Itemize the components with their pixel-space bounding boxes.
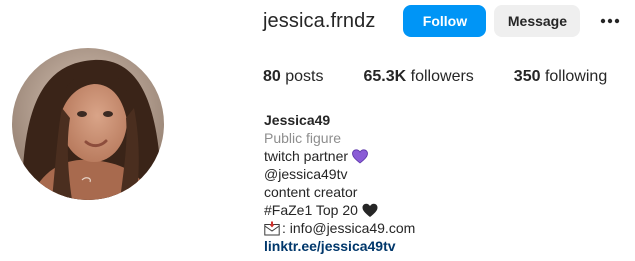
following-count: 350 — [513, 68, 541, 85]
follow-button[interactable]: Follow — [403, 5, 487, 37]
more-options-button[interactable] — [598, 9, 622, 33]
profile-avatar[interactable] — [12, 48, 164, 200]
bio-line-creator: content creator — [264, 184, 358, 200]
message-button[interactable]: Message — [494, 5, 581, 37]
following-label: following — [544, 68, 608, 85]
bio-category: Public figure — [264, 130, 342, 146]
profile-bio: Jessica49 Public figure twitch partner @… — [264, 111, 415, 255]
more-options-icon — [601, 18, 620, 24]
bio-line-text: : info@jessica49.com — [282, 220, 416, 236]
black-heart-icon — [362, 203, 378, 217]
bio-line-email: : info@jessica49.com — [264, 219, 415, 237]
posts-count: 80 — [263, 68, 281, 85]
posts-stat: 80 posts — [263, 68, 324, 86]
followers-label: followers — [410, 68, 474, 85]
profile-stats: 80 posts 65.3K followers 350 following — [263, 68, 635, 86]
following-stat[interactable]: 350 following — [514, 68, 607, 86]
followers-stat[interactable]: 65.3K followers — [364, 68, 474, 86]
followers-count: 65.3K — [363, 68, 407, 85]
bio-line-text: twitch partner — [264, 148, 349, 164]
bio-link[interactable]: linktr.ee/jessica49tv — [264, 237, 415, 255]
profile-header: jessica.frndz Follow Message — [263, 5, 622, 37]
profile-username: jessica.frndz — [263, 9, 376, 32]
purple-heart-icon — [352, 148, 368, 164]
bio-line-text: #FaZe1 Top 20 — [264, 202, 358, 218]
bio-line-twitch: twitch partner — [264, 147, 415, 165]
envelope-icon — [264, 221, 280, 235]
profile-photo — [12, 48, 164, 200]
posts-label: posts — [285, 68, 324, 85]
bio-line-faze: #FaZe1 Top 20 — [264, 201, 415, 219]
bio-name: Jessica49 — [264, 112, 331, 128]
bio-line-handle: @jessica49tv — [264, 166, 348, 182]
